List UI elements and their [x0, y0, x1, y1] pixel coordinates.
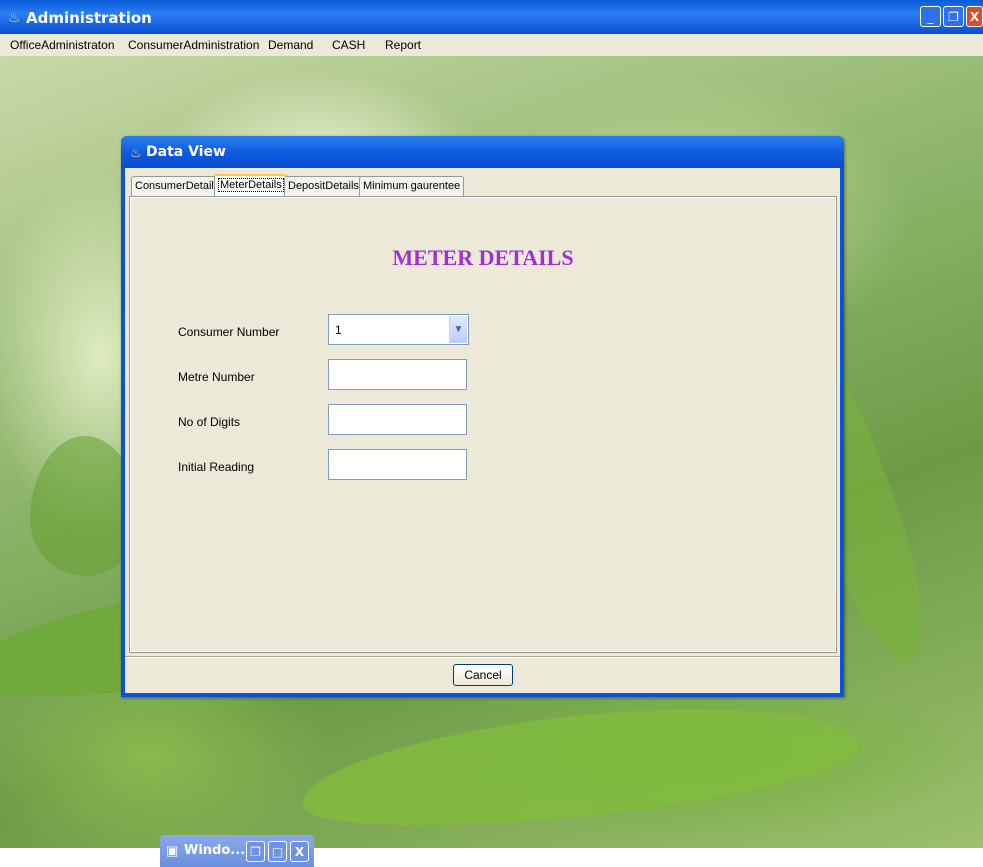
minimized-window-title: Windo... [184, 843, 246, 858]
menu-demand[interactable]: Demand [268, 38, 313, 52]
data-view-dialog: ♨ Data View ConsumerDetails MeterDetails… [121, 136, 844, 697]
cancel-button[interactable]: Cancel [453, 664, 513, 686]
consumer-number-select[interactable]: 1 ▼ [328, 314, 469, 345]
initial-reading-label: Initial Reading [178, 460, 255, 474]
menu-consumer-administration[interactable]: ConsumerAdministration [128, 38, 259, 52]
dialog-body: ConsumerDetails MeterDetails DepositDeta… [125, 168, 840, 693]
tab-minimum-gaurentee[interactable]: Minimum gaurentee [359, 176, 465, 196]
meter-details-panel: METER DETAILS Consumer Number 1 ▼ Metre … [129, 196, 837, 653]
no-of-digits-field[interactable] [328, 404, 467, 435]
java-cup-icon: ♨ [130, 145, 142, 160]
restore-button[interactable]: ❐ [943, 6, 964, 27]
minimized-window[interactable]: ▣ Windo... ❐ □ X [160, 835, 314, 867]
close-button[interactable]: X [966, 6, 983, 27]
java-cup-icon: ♨ [8, 9, 21, 25]
dialog-title-bar[interactable]: ♨ Data View [121, 136, 844, 168]
menu-cash[interactable]: CASH [332, 38, 365, 52]
window-icon: ▣ [166, 843, 179, 858]
tab-deposit-details[interactable]: DepositDetails [284, 176, 363, 196]
maximize-button[interactable]: □ [268, 841, 287, 862]
chevron-down-icon[interactable]: ▼ [449, 316, 467, 343]
metre-number-label: Metre Number [178, 370, 255, 384]
menu-office-administration[interactable]: OfficeAdministraton [10, 38, 115, 52]
minimize-button[interactable]: _ [920, 6, 941, 27]
tab-consumer-details[interactable]: ConsumerDetails [131, 176, 224, 196]
status-bar [0, 848, 983, 867]
consumer-number-label: Consumer Number [178, 325, 280, 339]
menu-bar: OfficeAdministraton ConsumerAdministrati… [0, 34, 983, 57]
page-title: METER DETAILS [392, 245, 574, 270]
initial-reading-field[interactable] [328, 449, 467, 480]
restore-button[interactable]: ❐ [246, 841, 265, 862]
main-title-bar[interactable]: ♨ Administration _ ❐ X [0, 0, 983, 34]
no-of-digits-label: No of Digits [178, 415, 241, 429]
menu-report[interactable]: Report [385, 38, 421, 52]
consumer-number-value: 1 [335, 323, 342, 337]
close-button[interactable]: X [290, 841, 309, 862]
tab-meter-details[interactable]: MeterDetails [214, 174, 288, 196]
window-title: Administration [26, 9, 152, 27]
metre-number-field[interactable] [328, 359, 467, 390]
dialog-title: Data View [146, 144, 226, 160]
divider [125, 656, 840, 658]
